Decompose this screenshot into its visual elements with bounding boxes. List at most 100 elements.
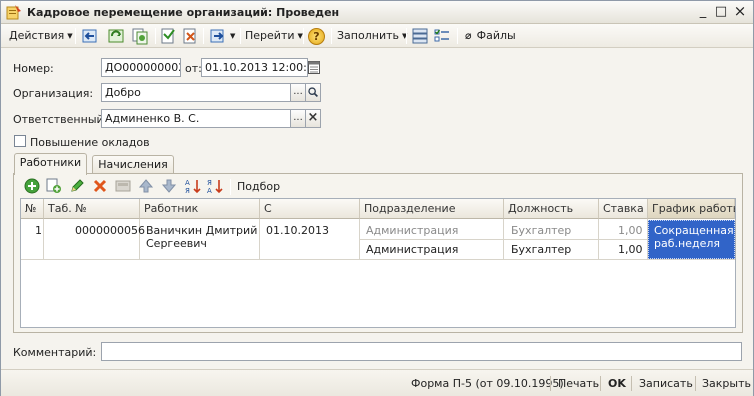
organization-field[interactable]: Добро (101, 83, 291, 102)
comment-label: Комментарий: (13, 346, 97, 359)
print-button[interactable]: Печать (558, 377, 599, 390)
cell-schedule-line2: раб.неделя (654, 237, 720, 250)
bottom-separator (550, 376, 551, 391)
toolbar-separator (457, 28, 458, 44)
date-field[interactable]: 01.10.2013 12:00:00 (201, 58, 308, 77)
fill-label: Заполнить (337, 29, 399, 42)
cell-department-new: Администрация (366, 243, 459, 256)
cell-tab-no: 0000000056 (75, 224, 145, 237)
cell-department-old: Администрация (366, 224, 459, 237)
salary-increase-checkbox[interactable] (14, 135, 26, 147)
svg-text:A: A (207, 187, 212, 194)
date-from-label: от: (185, 62, 202, 75)
cell-worker-line1: Ваничкин Дмитрий (146, 224, 258, 237)
close-button[interactable]: Закрыть (702, 377, 751, 390)
edit-pencil-icon[interactable] (69, 178, 85, 194)
add-row-icon[interactable] (24, 178, 40, 194)
delete-row-icon[interactable] (92, 178, 108, 194)
fill-menu[interactable]: Заполнить ▼ (337, 27, 407, 45)
toolbar-separator (230, 179, 231, 195)
back-arrow-icon[interactable] (81, 27, 99, 45)
column-header-schedule[interactable]: График работы (648, 199, 735, 219)
sort-descending-icon[interactable]: ЯA (207, 178, 223, 194)
grid-line (21, 259, 735, 260)
files-button[interactable]: ⌀ Файлы (465, 27, 516, 45)
comment-field[interactable] (101, 342, 742, 361)
organization-select-button[interactable]: ... (290, 83, 306, 102)
bottom-separator (600, 376, 601, 391)
cell-schedule-line1: Сокращенная (654, 224, 734, 237)
minimize-button[interactable]: _ (694, 4, 712, 20)
based-on-icon[interactable] (209, 27, 227, 45)
checklist-icon[interactable] (433, 27, 451, 45)
svg-text:Я: Я (185, 187, 190, 194)
toolbar-separator (406, 28, 407, 44)
dropdown-arrow-icon: ▼ (230, 32, 236, 40)
ok-button[interactable]: OK (608, 377, 626, 390)
workers-table: № Таб. № Работник С Подразделение Должно… (20, 198, 736, 328)
cell-worker-line2: Сергеевич (146, 237, 207, 250)
svg-text:A: A (185, 179, 190, 187)
toolbar-separator (331, 28, 332, 44)
window-title: Кадровое перемещение организаций: Провед… (27, 6, 340, 19)
responsible-select-button[interactable]: ... (290, 109, 306, 128)
dropdown-arrow-icon: ▼ (67, 32, 73, 40)
maximize-button[interactable]: □ (712, 4, 730, 20)
sort-ascending-icon[interactable]: AЯ (185, 178, 201, 194)
cell-from-date: 01.10.2013 (266, 224, 329, 237)
copy-document-icon[interactable] (131, 27, 149, 45)
responsible-field[interactable]: Админенко В. С. (101, 109, 291, 128)
column-header-tab-no[interactable]: Таб. № (44, 199, 140, 219)
copy-row-icon[interactable] (46, 178, 62, 194)
move-up-icon[interactable] (138, 178, 154, 194)
toolbar-separator (203, 28, 204, 44)
based-on-dropdown[interactable]: ▼ (227, 27, 235, 45)
paperclip-icon: ⌀ (465, 29, 472, 42)
document-window: Кадровое перемещение организаций: Провед… (0, 0, 754, 396)
column-header-position[interactable]: Должность (504, 199, 599, 219)
tab-workers[interactable]: Работники (14, 153, 87, 175)
close-window-button[interactable]: × (731, 4, 749, 20)
form-p5-button[interactable]: Форма П-5 (от 09.10.1995) (411, 377, 564, 390)
cell-rate-new: 1,00 (618, 243, 643, 256)
calendar-icon[interactable] (308, 60, 320, 74)
unpost-document-icon[interactable] (181, 27, 199, 45)
post-document-icon[interactable] (159, 27, 177, 45)
bottom-separator (631, 376, 632, 391)
clear-icon[interactable]: × (305, 109, 321, 128)
number-field[interactable]: ДО000000002 (101, 58, 181, 77)
structure-icon[interactable] (411, 27, 429, 45)
main-toolbar: Действия ▼ ▼ Перейти ▼ ? Заполнить ▼ ⌀ Файлы (1, 24, 753, 48)
goto-menu[interactable]: Перейти ▼ (245, 27, 303, 45)
move-down-icon[interactable] (161, 178, 177, 194)
number-label: Номер: (13, 62, 54, 75)
organization-label: Организация: (13, 87, 94, 100)
toolbar-separator (155, 28, 156, 44)
salary-increase-label: Повышение окладов (30, 136, 150, 149)
column-header-number[interactable]: № (21, 199, 44, 219)
end-editing-icon[interactable] (115, 178, 131, 194)
search-icon[interactable] (305, 83, 321, 102)
column-header-department[interactable]: Подразделение (360, 199, 504, 219)
refresh-icon[interactable] (107, 27, 125, 45)
column-header-from[interactable]: С (260, 199, 360, 219)
write-button[interactable]: Записать (639, 377, 693, 390)
bottom-separator (695, 376, 696, 391)
column-header-rate[interactable]: Ставка (599, 199, 648, 219)
cell-rate-old: 1,00 (618, 224, 643, 237)
svg-text:Я: Я (207, 179, 212, 187)
select-workers-button[interactable]: Подбор (237, 180, 280, 193)
toolbar-separator (75, 28, 76, 44)
toolbar-separator (303, 28, 304, 44)
cell-position-new: Бухгалтер (511, 243, 572, 256)
tab-accruals[interactable]: Начисления (92, 155, 174, 174)
actions-label: Действия (9, 29, 65, 42)
help-icon[interactable]: ? (308, 28, 325, 45)
column-header-worker[interactable]: Работник (140, 199, 260, 219)
grid-line (360, 239, 648, 240)
actions-menu[interactable]: Действия ▼ (9, 27, 73, 45)
files-label: Файлы (476, 29, 516, 42)
document-icon (6, 5, 21, 20)
cell-schedule-selected[interactable]: Сокращенная раб.неделя (648, 220, 735, 259)
goto-label: Перейти (245, 29, 295, 42)
